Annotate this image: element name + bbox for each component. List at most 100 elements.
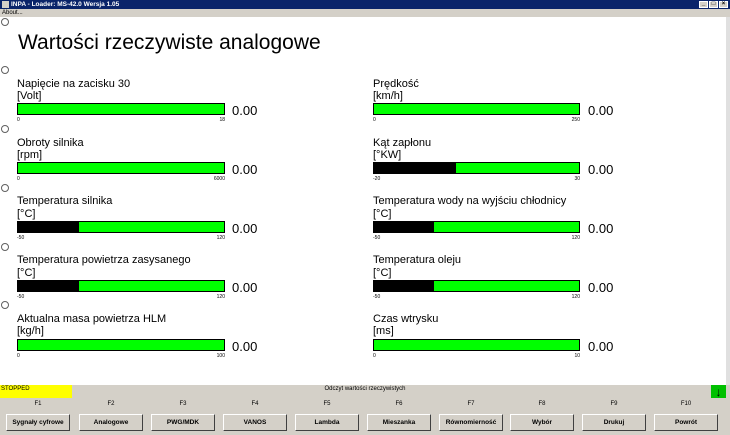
gauge-label: Temperatura wody na wyjściu chłodnicy [373,195,567,207]
gauge-min: -50 [17,294,25,300]
maximize-icon[interactable]: □ [709,1,718,8]
gauge-max: 120 [216,294,225,300]
gauge-bar [17,103,225,115]
menu-about[interactable]: About... [2,9,23,17]
gauge-bar [17,280,225,292]
gauge-max: 18 [219,117,225,123]
gauge-unit: [ms] [373,325,394,337]
app-icon [2,1,9,8]
gauge-min: 0 [17,117,20,123]
fkey-label: F6 [395,401,403,407]
gauge-unit: [Volt] [17,90,42,102]
gauge-value: 0.00 [588,162,614,177]
gauge-value: 0.00 [588,339,614,354]
gauge-min: 0 [17,353,20,359]
gauge-min: 0 [373,117,376,123]
row-marker-radio[interactable] [1,243,9,251]
gauge-min: -50 [373,294,381,300]
gauge-value: 0.00 [232,280,258,295]
gauge-bar [373,221,580,233]
close-icon[interactable]: × [719,1,728,8]
gauge-label: Temperatura oleju [373,254,462,266]
gauge-fill [374,163,456,173]
gauge-value: 0.00 [232,162,258,177]
fkey-button-smoothness[interactable]: Równomierność [439,414,503,431]
gauge-label: Aktualna masa powietrza HLM [17,313,167,325]
fkey-button-back[interactable]: Powrót [654,414,718,431]
title-bar: INPA - Loader: MS-42.0 Wersja 1.05 _ □ × [0,0,730,9]
row-marker-radio[interactable] [1,18,9,26]
gauge-bar [17,162,225,174]
gauge-bar [373,162,580,174]
gauge-fill [374,222,435,232]
gauge-bar [17,339,225,351]
minimize-icon[interactable]: _ [699,1,708,8]
fkey-button-select[interactable]: Wybór [510,414,574,431]
gauge-value: 0.00 [588,280,614,295]
gauge-unit: [rpm] [17,149,43,161]
fkey-label: F4 [251,401,259,407]
gauge-fill [374,281,435,291]
gauge-bar [17,221,225,233]
gauge-unit: [kg/h] [17,325,44,337]
gauge-label: Obroty silnika [17,137,84,149]
gauge-unit: [°C] [17,267,36,279]
gauge-max: 120 [216,235,225,241]
gauge-value: 0.00 [232,103,258,118]
gauge-min: -20 [373,176,381,182]
gauge-label: Temperatura powietrza zasysanego [17,254,191,266]
fkey-button-pwg-mdk[interactable]: PWG/MDK [151,414,215,431]
window-title: INPA - Loader: MS-42.0 Wersja 1.05 [11,1,120,8]
gauge-label: Napięcie na zacisku 30 [17,78,131,90]
gauge-min: -50 [17,235,25,241]
gauge-max: 120 [571,294,580,300]
fkey-label: F2 [107,401,115,407]
gauge-max: 6000 [213,176,225,182]
gauge-bar [373,103,580,115]
gauge-unit: [°KW] [373,149,402,161]
fkey-label: F1 [34,401,42,407]
page-title: Wartości rzeczywiste analogowe [18,31,321,54]
fkey-button-print[interactable]: Drukuj [582,414,646,431]
gauge-unit: [km/h] [373,90,403,102]
gauge-unit: [°C] [17,208,36,220]
menu-bar: About... [0,9,730,17]
row-marker-radio[interactable] [1,125,9,133]
gauge-max: 120 [571,235,580,241]
row-marker-radio[interactable] [1,184,9,192]
gauge-bar [373,339,580,351]
fkey-button-signals-digital[interactable]: Sygnały cyfrowe [6,414,70,431]
gauge-min: 0 [373,353,376,359]
fkey-button-lambda[interactable]: Lambda [295,414,359,431]
status-message: Odczyt wartości rzeczywistych [324,386,406,392]
gauge-label: Temperatura silnika [17,195,113,207]
gauge-max: 100 [216,353,225,359]
gauge-label: Kąt zapłonu [373,137,432,149]
gauge-value: 0.00 [588,221,614,236]
fkey-label: F8 [538,401,546,407]
gauge-max: 10 [574,353,580,359]
gauge-value: 0.00 [588,103,614,118]
fkey-label: F10 [680,401,692,407]
fkey-button-vanos[interactable]: VANOS [223,414,287,431]
fkey-button-mixture[interactable]: Mieszanka [367,414,431,431]
gauge-max: 30 [574,176,580,182]
scrollbar[interactable] [726,17,730,385]
row-marker-radio[interactable] [1,301,9,309]
fkey-label: F5 [323,401,331,407]
fkey-label: F9 [610,401,618,407]
gauge-fill [18,222,79,232]
gauge-value: 0.00 [232,339,258,354]
row-marker-radio[interactable] [1,66,9,74]
fkey-label: F3 [179,401,187,407]
gauge-fill [18,281,79,291]
gauge-min: 0 [17,176,20,182]
gauge-bar [373,280,580,292]
status-state-text: STOPPED [1,386,30,392]
gauge-unit: [°C] [373,267,392,279]
fkey-button-analog[interactable]: Analogowe [79,414,143,431]
gauge-min: -50 [373,235,381,241]
fkey-label: F7 [467,401,475,407]
gauge-label: Prędkość [373,78,419,90]
gauge-label: Czas wtrysku [373,313,439,325]
